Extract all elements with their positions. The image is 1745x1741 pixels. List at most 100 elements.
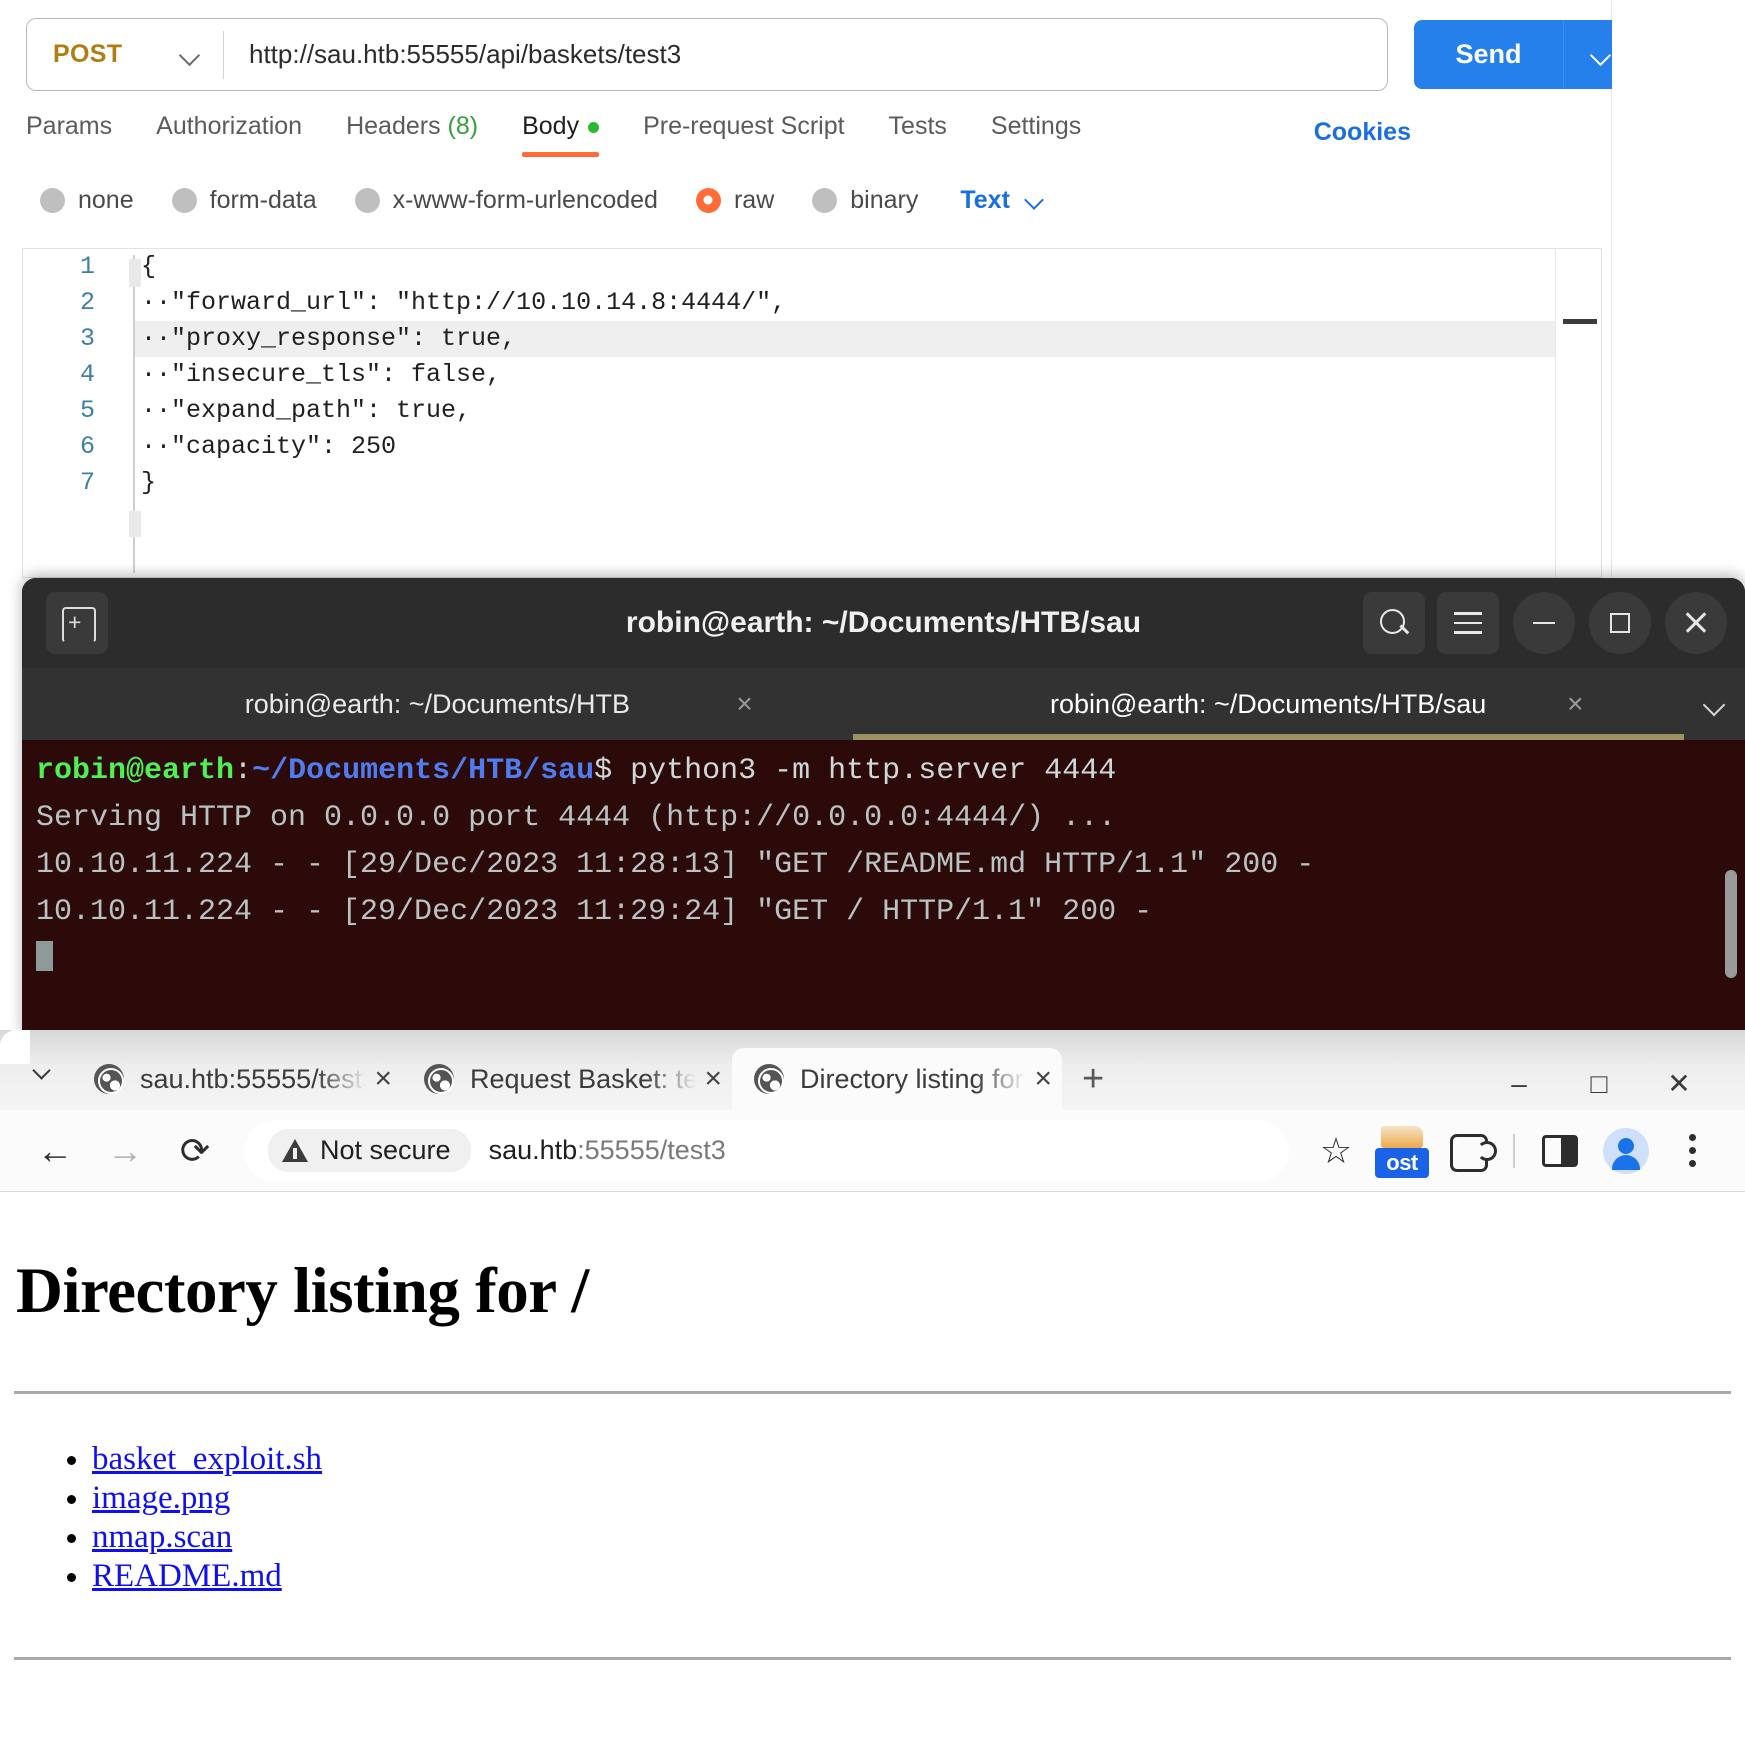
new-tab-button[interactable]: + xyxy=(1082,1060,1104,1098)
browser-tab-1[interactable]: sau.htb:55555/test3 × xyxy=(72,1048,402,1110)
postman-extension-icon: ost xyxy=(1375,1124,1429,1178)
url-box: POST xyxy=(26,18,1388,91)
close-icon[interactable]: × xyxy=(1034,1062,1052,1096)
file-link-readme[interactable]: README.md xyxy=(92,1558,282,1594)
window-corner xyxy=(0,1030,30,1064)
bookmark-star-button[interactable]: ☆ xyxy=(1303,1118,1369,1184)
close-button[interactable]: ✕ xyxy=(1639,1067,1719,1100)
code-line: ··"expand_path": true, xyxy=(141,396,472,425)
puzzle-piece-icon xyxy=(1448,1131,1497,1172)
radio-icon xyxy=(812,187,838,213)
http-method-dropdown[interactable]: POST xyxy=(27,19,223,90)
reload-button[interactable]: ⟳ xyxy=(160,1116,230,1186)
minimize-button[interactable]: – xyxy=(1479,1068,1559,1100)
body-mode-urlencoded[interactable]: x-www-form-urlencoded xyxy=(354,186,658,215)
maximize-button[interactable]: □ xyxy=(1559,1068,1639,1100)
minimize-icon xyxy=(1533,621,1555,625)
headers-count: (8) xyxy=(447,112,479,140)
back-button[interactable]: ← xyxy=(20,1116,90,1186)
terminal-tab-2[interactable]: robin@earth: ~/Documents/HTB/sau × xyxy=(852,668,1684,740)
tab-settings[interactable]: Settings xyxy=(991,112,1081,157)
url-path: :55555/test3 xyxy=(577,1135,726,1165)
terminal-window-buttons xyxy=(1351,592,1745,654)
side-panel-button[interactable] xyxy=(1527,1118,1593,1184)
terminal-close-button[interactable] xyxy=(1665,592,1727,654)
request-url-input[interactable] xyxy=(224,19,1387,90)
tab-pre-request-script[interactable]: Pre-request Script xyxy=(643,112,844,157)
terminal-maximize-button[interactable] xyxy=(1589,592,1651,654)
close-icon[interactable]: × xyxy=(374,1062,392,1096)
code-line: ··"insecure_tls": false, xyxy=(141,360,502,389)
terminal-search-button[interactable] xyxy=(1363,592,1425,654)
browser-tab-2[interactable]: Request Basket: test3 × xyxy=(402,1048,732,1110)
file-link-basket-exploit[interactable]: basket_exploit.sh xyxy=(92,1441,322,1477)
send-options-button[interactable] xyxy=(1564,20,1612,89)
radio-icon xyxy=(171,187,197,213)
editor-scrollbar[interactable] xyxy=(1555,249,1601,577)
postman-panel-surface: POST Send Params Authorization H xyxy=(0,0,1612,600)
tab-label: Tests xyxy=(888,112,947,140)
new-terminal-tab-button[interactable] xyxy=(46,592,108,654)
tab-label: Body xyxy=(522,112,580,140)
extensions-button[interactable] xyxy=(1435,1118,1501,1184)
close-icon[interactable]: × xyxy=(704,1062,722,1096)
send-button-group: Send xyxy=(1414,20,1612,89)
line-number: 4 xyxy=(79,360,95,389)
hamburger-menu-icon xyxy=(1454,612,1482,634)
browser-menu-button[interactable] xyxy=(1659,1118,1725,1184)
tab-tests[interactable]: Tests xyxy=(889,112,947,157)
body-mode-radios: none form-data x-www-form-urlencoded raw… xyxy=(40,180,1046,220)
editor-code[interactable]: { ··"forward_url": "http://10.10.14.8:44… xyxy=(135,249,1555,501)
browser-toolbar: ← → ⟳ Not secure sau.htb:55555/test3 ☆ o… xyxy=(0,1110,1745,1192)
browser-tab-title: Request Basket: test3 xyxy=(470,1063,697,1094)
site-security-badge[interactable]: Not secure xyxy=(268,1129,471,1172)
raw-format-dropdown[interactable]: Text xyxy=(960,186,1046,215)
body-mode-form-data[interactable]: form-data xyxy=(171,185,317,215)
browser-tab-3[interactable]: Directory listing for / × xyxy=(732,1048,1062,1110)
close-icon[interactable]: × xyxy=(1567,688,1583,720)
code-line: ··"forward_url": "http://10.10.14.8:4444… xyxy=(141,288,787,317)
tab-params[interactable]: Params xyxy=(26,112,112,157)
tab-body[interactable]: Body xyxy=(522,112,600,157)
terminal-tab-list-button[interactable] xyxy=(1684,668,1745,740)
editor-scrollbar-thumb[interactable] xyxy=(1563,319,1597,324)
terminal-menu-button[interactable] xyxy=(1437,592,1499,654)
postman-extension-button[interactable]: ost xyxy=(1369,1118,1435,1184)
radio-label: binary xyxy=(850,185,919,214)
request-body-editor[interactable]: 1 2 3 4 5 6 7 { ··"forward_url": "http:/… xyxy=(22,248,1602,578)
terminal-scrollbar-thumb[interactable] xyxy=(1725,870,1737,978)
terminal-prompt-line: robin@earth:~/Documents/HTB/sau$ python3… xyxy=(36,748,1745,795)
body-mode-raw[interactable]: raw xyxy=(695,186,774,215)
tab-authorization[interactable]: Authorization xyxy=(156,112,302,157)
terminal-tab-1[interactable]: robin@earth: ~/Documents/HTB × xyxy=(22,668,853,740)
star-icon: ☆ xyxy=(1319,1129,1353,1171)
forward-button[interactable]: → xyxy=(90,1116,160,1186)
radio-label: form-data xyxy=(209,185,317,214)
divider xyxy=(14,1391,1731,1394)
send-button[interactable]: Send xyxy=(1414,20,1563,89)
terminal-output[interactable]: robin@earth:~/Documents/HTB/sau$ python3… xyxy=(22,740,1745,1038)
tab-label: Settings xyxy=(990,112,1082,140)
cookies-link[interactable]: Cookies xyxy=(1314,118,1411,147)
address-bar[interactable]: Not secure sau.htb:55555/test3 xyxy=(244,1119,1289,1182)
cursor-block xyxy=(36,941,53,971)
tab-headers[interactable]: Headers (8) xyxy=(346,112,478,157)
terminal-minimize-button[interactable] xyxy=(1513,592,1575,654)
file-link-nmap-scan[interactable]: nmap.scan xyxy=(92,1519,232,1555)
request-url-row: POST Send xyxy=(26,18,1612,91)
terminal-window: robin@earth: ~/Documents/HTB/sau robin@e… xyxy=(22,578,1745,1038)
prompt-path: ~/Documents/HTB/sau xyxy=(252,754,595,788)
globe-favicon-icon xyxy=(94,1064,124,1094)
kebab-menu-icon xyxy=(1687,1134,1697,1167)
body-mode-none[interactable]: none xyxy=(40,186,134,215)
code-line: } xyxy=(141,468,157,497)
address-bar-url: sau.htb:55555/test3 xyxy=(489,1135,726,1166)
maximize-icon xyxy=(1610,613,1630,633)
body-mode-binary[interactable]: binary xyxy=(812,186,918,215)
globe-favicon-icon xyxy=(424,1064,454,1094)
divider xyxy=(14,1657,1731,1660)
file-link-image[interactable]: image.png xyxy=(92,1480,230,1516)
profile-button[interactable] xyxy=(1593,1118,1659,1184)
close-icon[interactable]: × xyxy=(736,688,752,720)
tab-label: Params xyxy=(26,112,113,140)
